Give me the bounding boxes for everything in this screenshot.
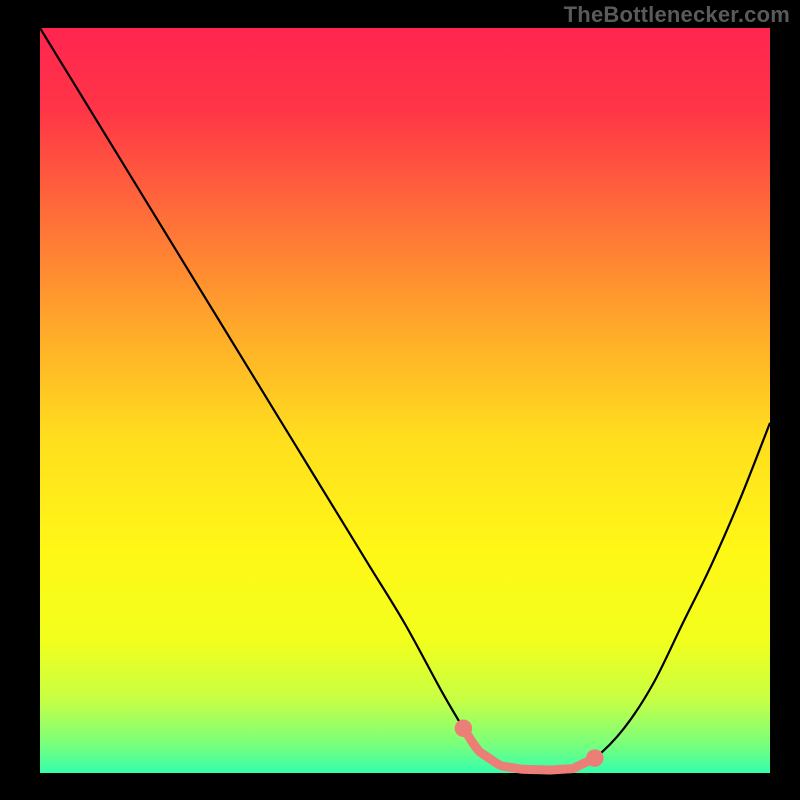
optimal-range-end-dot <box>586 749 604 767</box>
chart-container: TheBottlenecker.com <box>0 0 800 800</box>
optimal-range-start-dot <box>455 720 473 738</box>
bottleneck-chart <box>0 0 800 800</box>
plot-background-gradient <box>40 28 770 773</box>
watermark-text: TheBottlenecker.com <box>564 2 790 28</box>
